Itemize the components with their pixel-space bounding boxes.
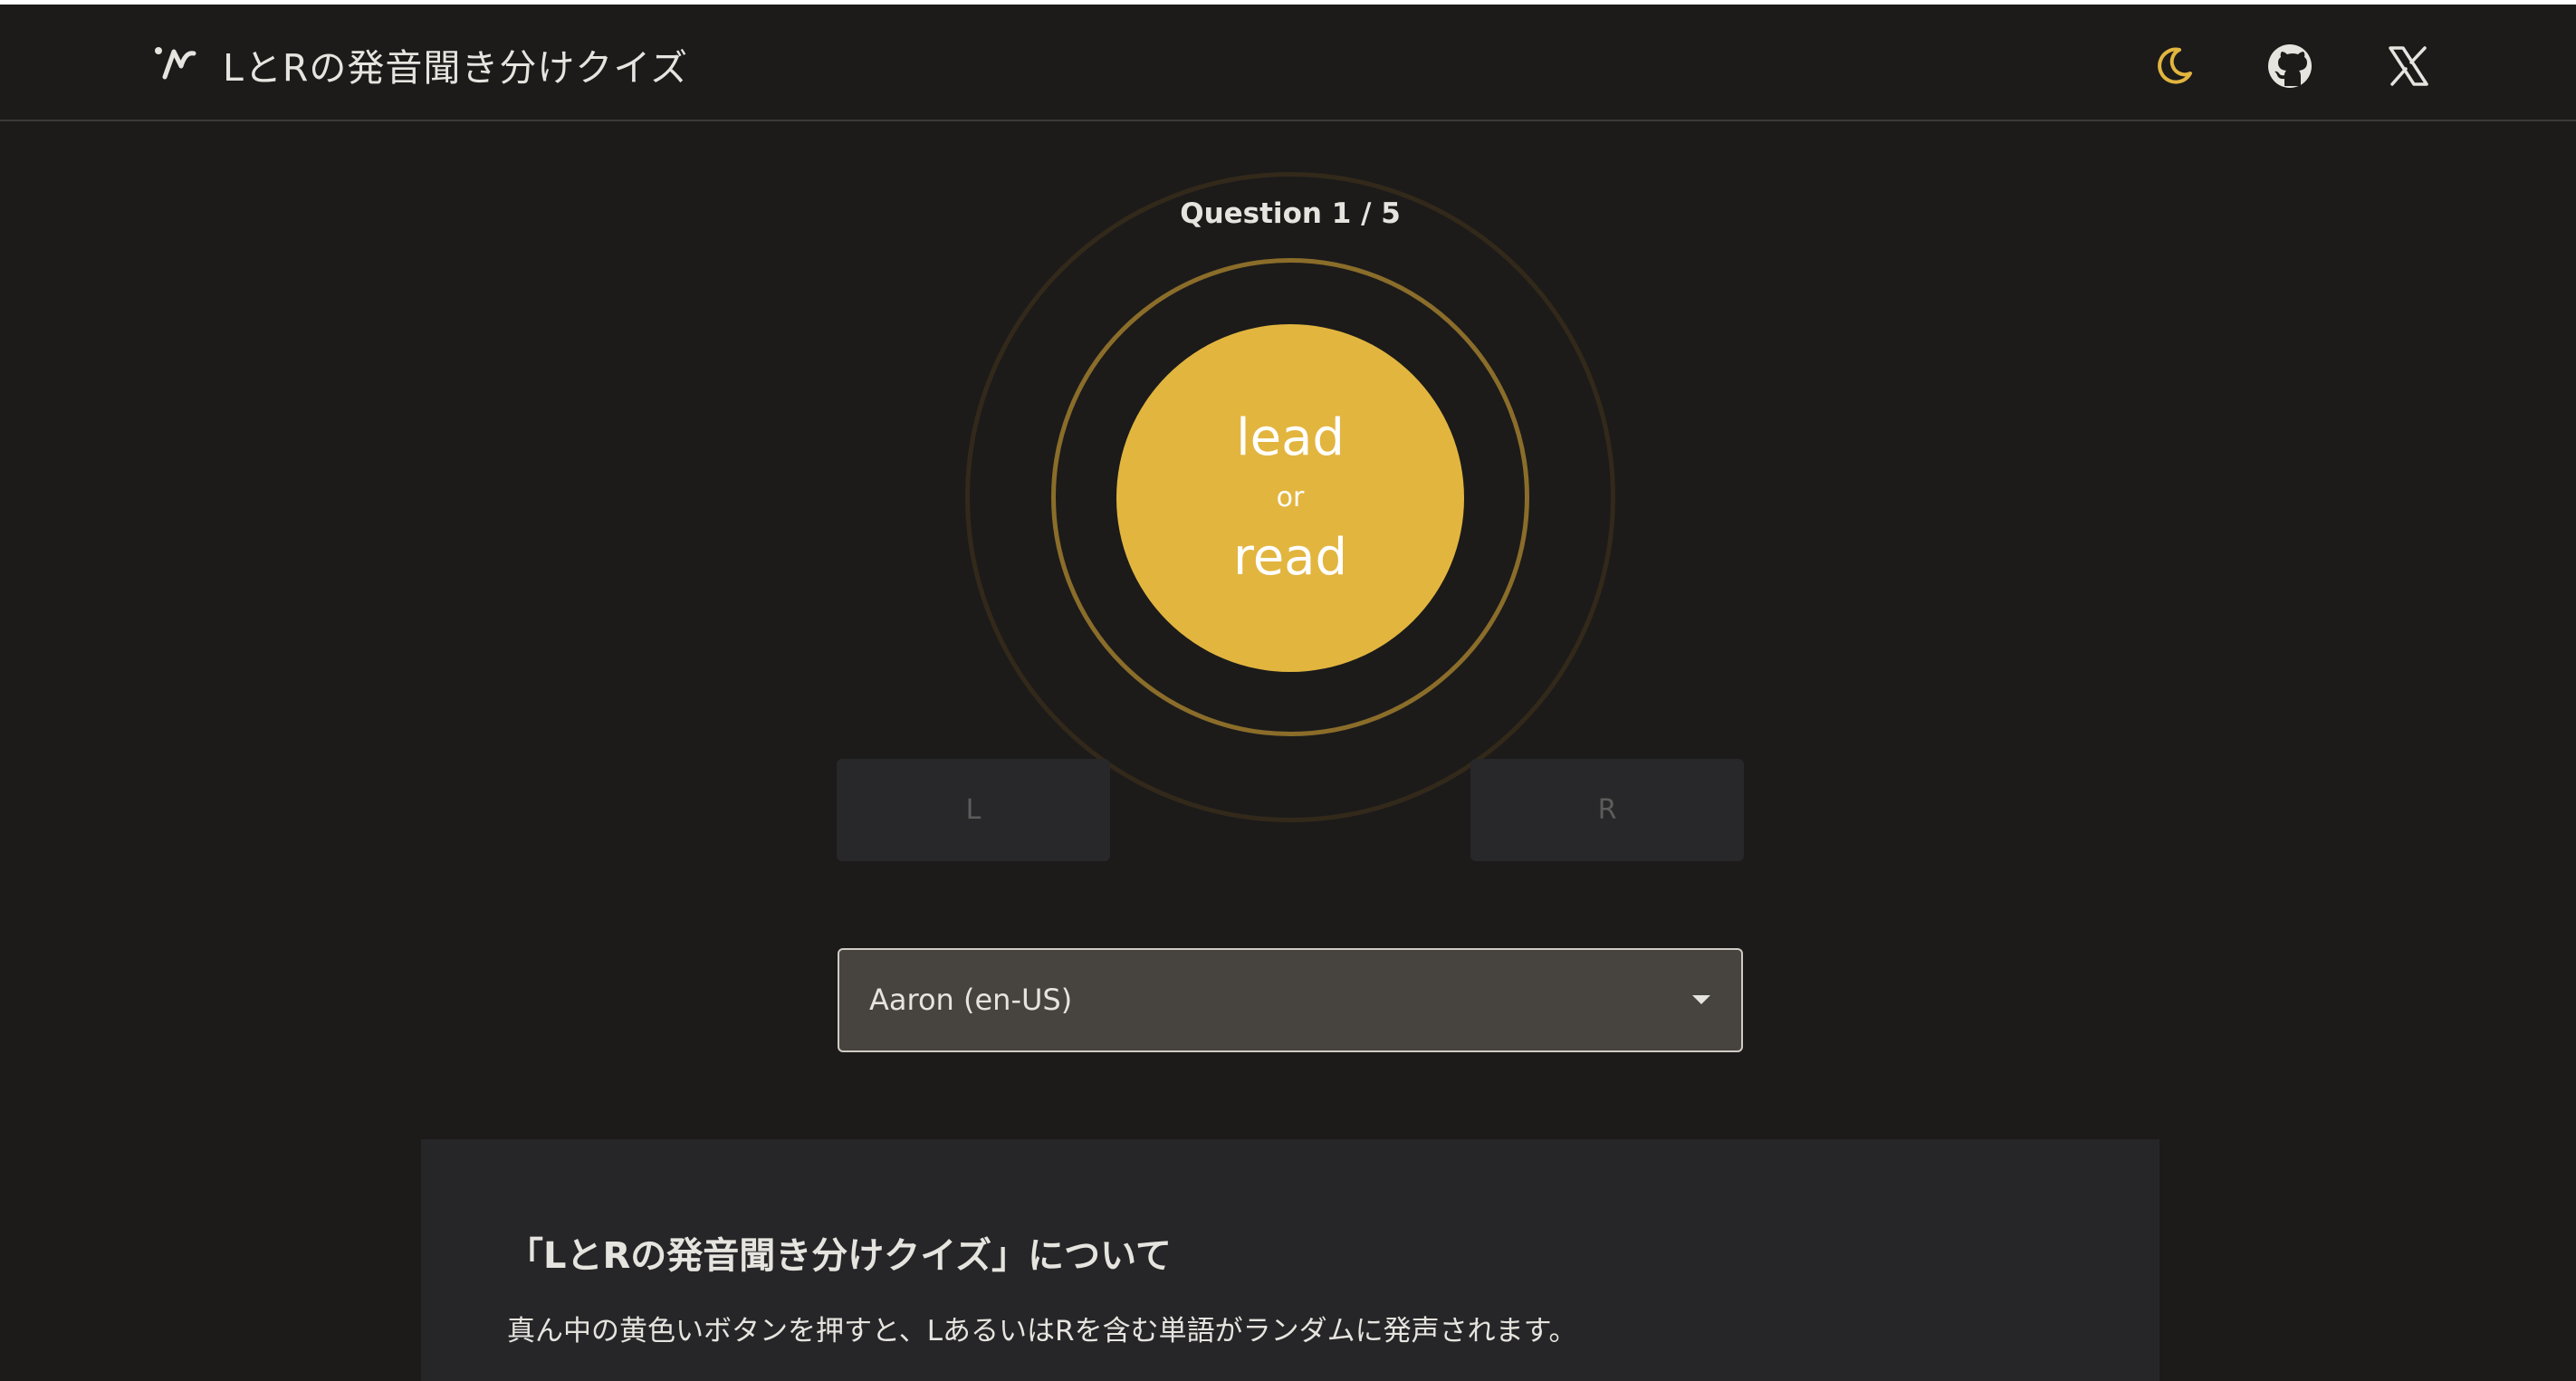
github-icon[interactable] [2266, 43, 2313, 90]
word-a: lead [1236, 408, 1345, 467]
word-b: read [1232, 528, 1348, 587]
answer-l-button[interactable]: L [837, 759, 1110, 861]
play-word-button[interactable]: lead or read [1116, 324, 1464, 672]
voice-select-value: Aaron (en-US) [869, 983, 1073, 1017]
moon-icon[interactable] [2150, 43, 2198, 90]
answer-r-button[interactable]: R [1470, 759, 1744, 861]
about-title: 「LとRの発音聞き分けクイズ」について [507, 1235, 1172, 1277]
app-header: LとRの発音聞き分けクイズ [0, 5, 2576, 121]
logo-icon[interactable] [154, 44, 197, 82]
x-logo-icon[interactable] [2385, 43, 2432, 90]
about-panel: 「LとRの発音聞き分けクイズ」について 真ん中の黄色いボタンを押すと、Lあるいは… [421, 1139, 2159, 1381]
word-connector: or [1276, 482, 1305, 513]
caret-down-icon [1692, 995, 1710, 1004]
about-text: 真ん中の黄色いボタンを押すと、LあるいはRを含む単語がランダムに発声されます。 [507, 1315, 1577, 1347]
app-title[interactable]: LとRの発音聞き分けクイズ [223, 37, 688, 91]
question-counter: Question 1 / 5 [1180, 197, 1401, 230]
voice-select[interactable]: Aaron (en-US) [838, 948, 1743, 1052]
